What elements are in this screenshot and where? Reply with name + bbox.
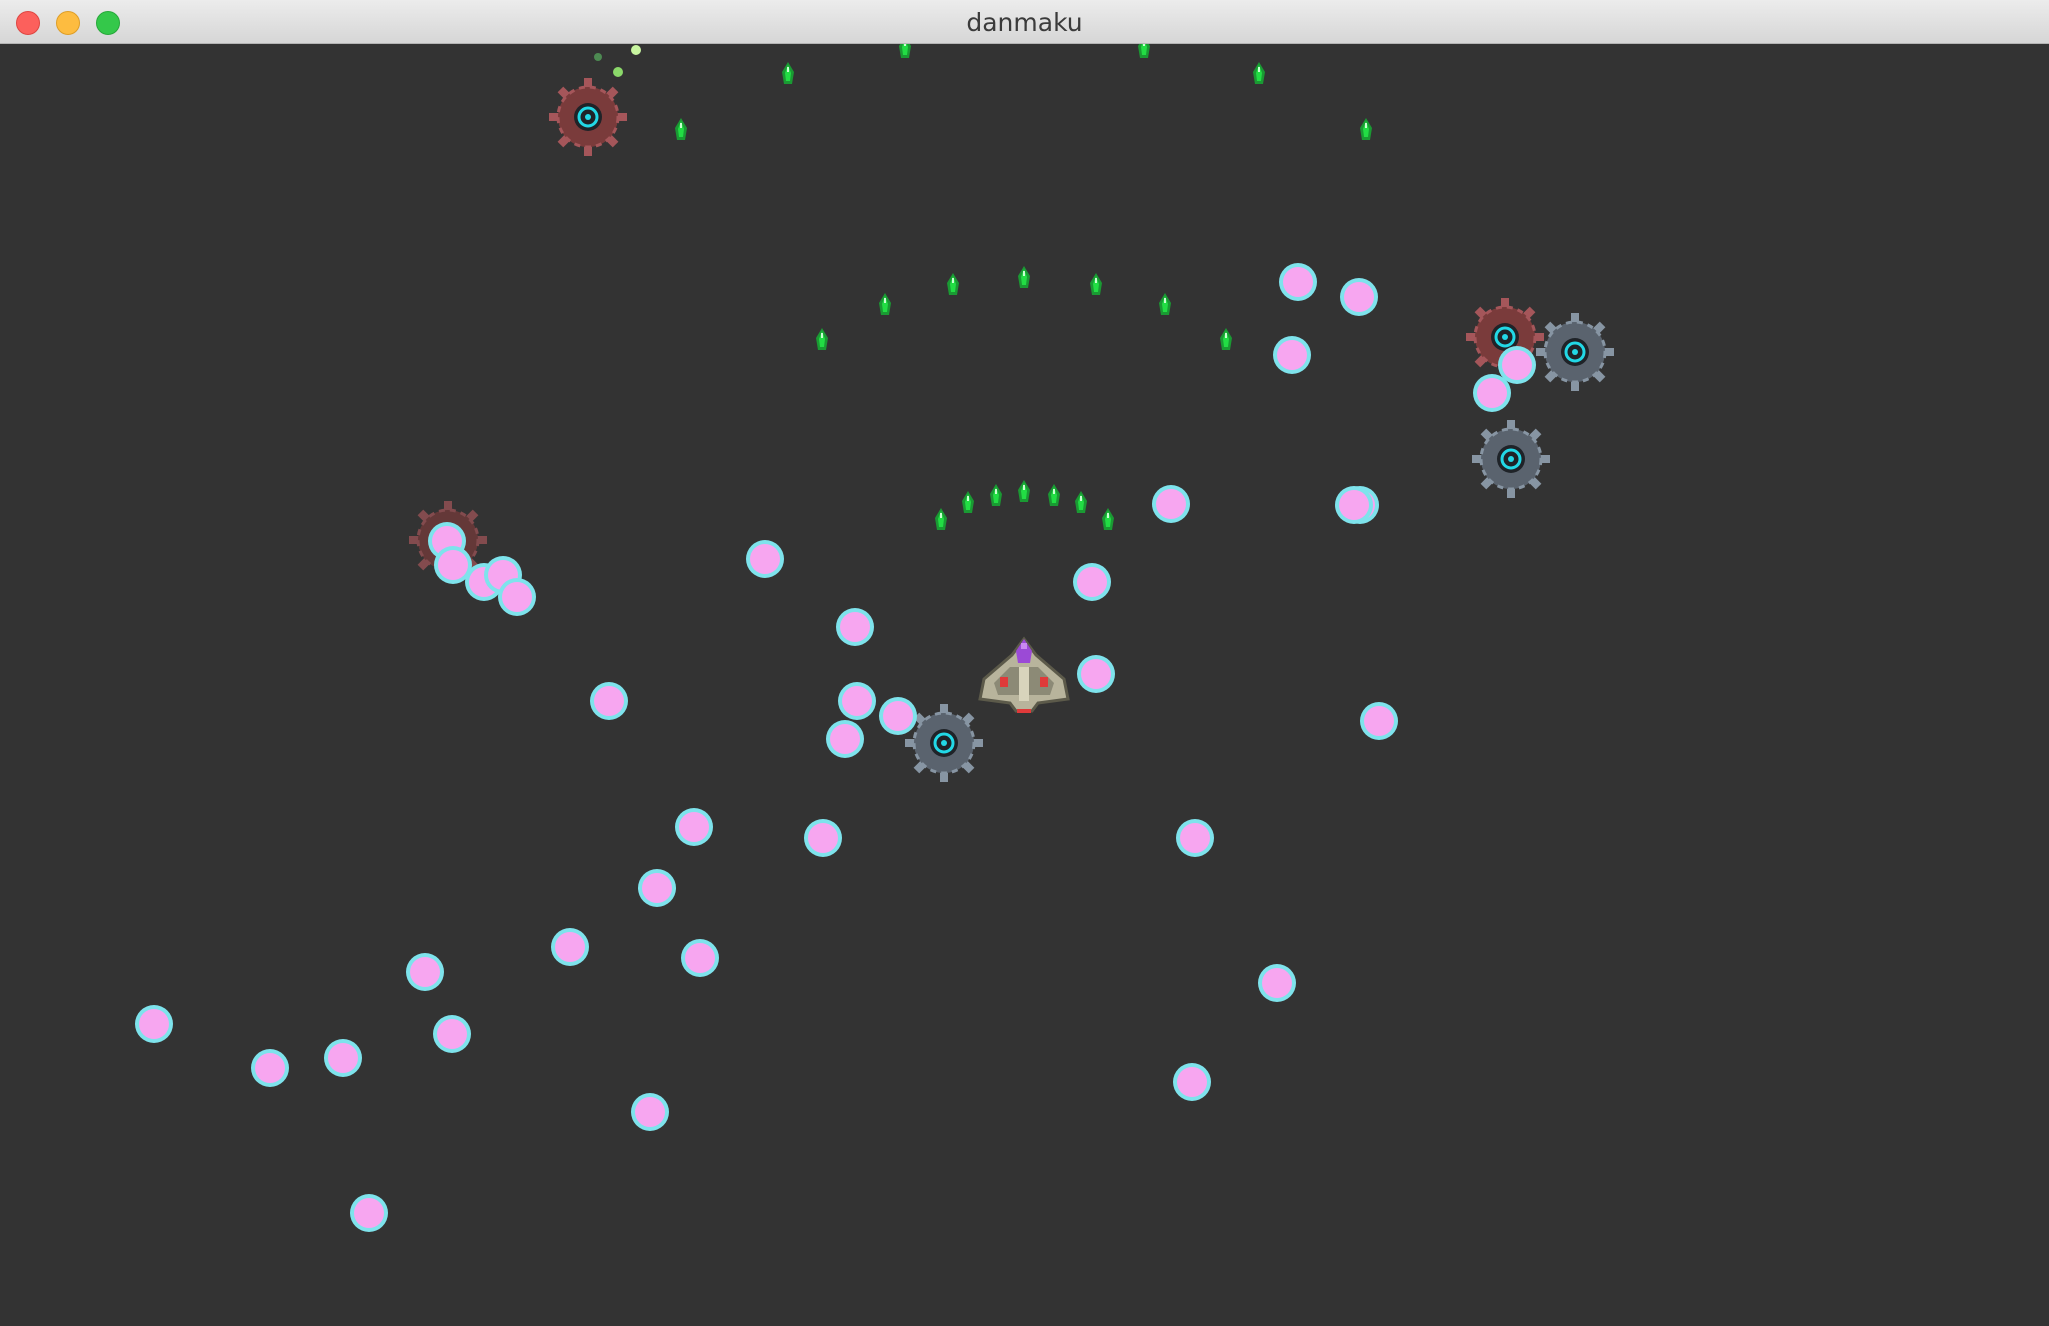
playfield bbox=[135, 44, 1614, 1232]
player-bullet bbox=[1253, 62, 1265, 84]
player-bullet bbox=[935, 508, 947, 530]
player-bullet bbox=[990, 484, 1002, 506]
spark bbox=[594, 53, 602, 61]
enemy-bullet-core bbox=[1177, 1067, 1207, 1097]
player-bullet bbox=[1018, 266, 1030, 288]
enemy-bullet-core bbox=[255, 1053, 285, 1083]
game-window: danmaku bbox=[0, 0, 2049, 1326]
enemy-bullet-core bbox=[594, 686, 624, 716]
player-bullet bbox=[1220, 328, 1232, 350]
title-bar[interactable]: danmaku bbox=[0, 0, 2049, 44]
enemy-bullet-core bbox=[354, 1198, 384, 1228]
enemy-bullet-core bbox=[1077, 567, 1107, 597]
enemy-bullet-core bbox=[830, 724, 860, 754]
player-bullet bbox=[879, 293, 891, 315]
player-bullet bbox=[962, 491, 974, 513]
game-canvas[interactable] bbox=[0, 44, 2049, 1326]
enemy-bullet-core bbox=[1081, 659, 1111, 689]
enemy-bullet-core bbox=[1339, 490, 1369, 520]
player-ship bbox=[978, 636, 1070, 713]
window-title: danmaku bbox=[966, 8, 1083, 37]
player-bullet bbox=[947, 273, 959, 295]
enemy-bullet-core bbox=[1283, 267, 1313, 297]
enemy-bullet-core bbox=[1477, 378, 1507, 408]
player-bullet bbox=[1360, 118, 1372, 140]
enemy-bullet-core bbox=[679, 812, 709, 842]
enemy-bullet-core bbox=[685, 943, 715, 973]
player-bullet bbox=[899, 44, 911, 58]
enemy-bullet-core bbox=[1502, 350, 1532, 380]
enemy-bullets-layer bbox=[135, 263, 1536, 1232]
player-bullet bbox=[1138, 44, 1150, 58]
enemy-bullet-core bbox=[1156, 489, 1186, 519]
enemy-bullet-core bbox=[840, 612, 870, 642]
spark bbox=[613, 67, 623, 77]
enemy-bullet-core bbox=[808, 823, 838, 853]
player-bullet bbox=[1018, 480, 1030, 502]
enemy-bullet-core bbox=[635, 1097, 665, 1127]
spark bbox=[631, 45, 641, 55]
enemy-mine bbox=[1472, 420, 1550, 498]
enemy-bullet-core bbox=[1262, 968, 1292, 998]
enemy-bullet-core bbox=[1180, 823, 1210, 853]
player-bullets-layer bbox=[594, 44, 1372, 530]
enemy-bullet-core bbox=[328, 1043, 358, 1073]
enemy-bullet-core bbox=[642, 873, 672, 903]
player-layer bbox=[978, 636, 1070, 713]
enemy-bullet-core bbox=[410, 957, 440, 987]
player-bullet bbox=[1090, 273, 1102, 295]
enemy-bullet-core bbox=[437, 1019, 467, 1049]
enemy-bullet-core bbox=[1277, 340, 1307, 370]
enemy-bullet-core bbox=[842, 686, 872, 716]
enemy-bullet-core bbox=[750, 544, 780, 574]
player-bullet bbox=[1102, 508, 1114, 530]
player-bullet bbox=[1075, 491, 1087, 513]
enemy-bullet-core bbox=[139, 1009, 169, 1039]
enemy-bullet-core bbox=[502, 582, 532, 612]
player-bullet bbox=[782, 62, 794, 84]
enemy-bullet-core bbox=[555, 932, 585, 962]
enemy-bullet-core bbox=[1344, 282, 1374, 312]
player-bullet bbox=[1159, 293, 1171, 315]
enemy-bullet-core bbox=[1364, 706, 1394, 736]
enemy-mine bbox=[1536, 313, 1614, 391]
player-bullet bbox=[675, 118, 687, 140]
enemy-mine bbox=[549, 78, 627, 156]
enemy-bullet-core bbox=[883, 701, 913, 731]
player-bullet bbox=[816, 328, 828, 350]
player-bullet bbox=[1048, 484, 1060, 506]
enemy-bullet-core bbox=[438, 550, 468, 580]
